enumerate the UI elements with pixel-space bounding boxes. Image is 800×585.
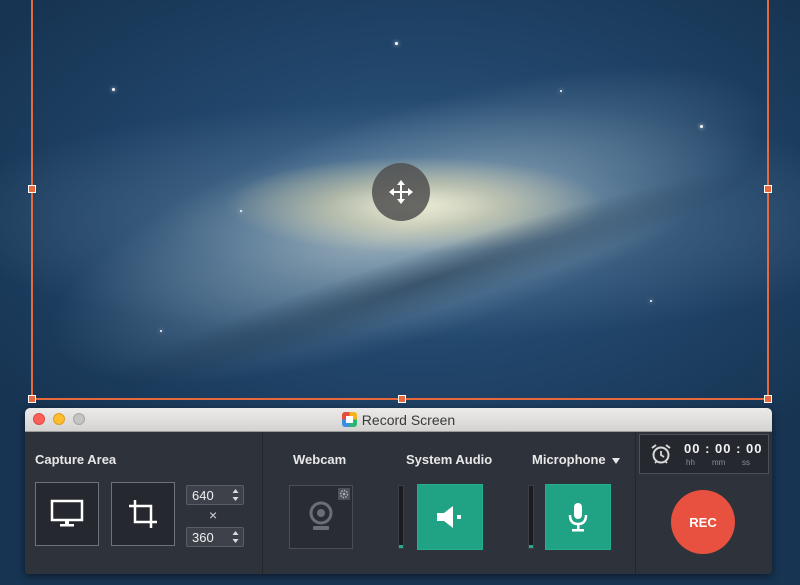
microphone-level-meter: [528, 485, 534, 549]
timer-unit-hours: hh: [686, 458, 695, 467]
stepper-arrows-icon[interactable]: [232, 530, 239, 544]
webcam-icon: [309, 501, 333, 530]
height-input[interactable]: 360: [186, 527, 244, 547]
stepper-arrows-icon[interactable]: [232, 488, 239, 502]
microphone-level-fill: [529, 544, 533, 548]
width-value: 640: [192, 487, 214, 503]
custom-area-button[interactable]: [111, 482, 175, 546]
webcam-label: Webcam: [293, 452, 347, 467]
system-audio-level-meter: [398, 485, 404, 549]
resize-handle-right[interactable]: [764, 185, 772, 193]
fullscreen-capture-button[interactable]: [35, 482, 99, 546]
speaker-icon: [437, 506, 461, 528]
system-audio-level-fill: [399, 544, 403, 548]
move-arrows-icon: [389, 180, 413, 204]
monitor-icon: [50, 499, 84, 527]
title-bar: Record Screen: [25, 408, 772, 432]
microphone-toggle-button[interactable]: [545, 484, 611, 550]
timer-value: 00 : 00 : 00: [684, 441, 763, 456]
app-logo-icon: [341, 412, 357, 427]
resize-handle-bottom[interactable]: [398, 395, 406, 403]
microphone-label: Microphone: [532, 452, 606, 467]
section-divider: [635, 432, 636, 574]
dropdown-arrow-icon: [611, 457, 620, 464]
rec-button[interactable]: REC: [671, 490, 735, 554]
resize-handle-bottom-right[interactable]: [764, 395, 772, 403]
record-screen-panel: Record Screen Capture Area 640 × 360 Web…: [25, 408, 772, 574]
crop-icon: [129, 500, 157, 528]
microphone-dropdown[interactable]: Microphone: [532, 452, 620, 467]
webcam-toggle-button[interactable]: [289, 485, 353, 549]
width-input[interactable]: 640: [186, 485, 244, 505]
dimension-separator: ×: [209, 507, 218, 523]
alarm-clock-icon: [651, 444, 671, 464]
timer-unit-seconds: ss: [742, 458, 750, 467]
resize-handle-bottom-left[interactable]: [28, 395, 36, 403]
move-capture-area-button[interactable]: [372, 163, 430, 221]
webcam-settings-gear-icon[interactable]: [338, 488, 350, 500]
resize-handle-left[interactable]: [28, 185, 36, 193]
capture-area-label: Capture Area: [35, 452, 117, 467]
recording-timer[interactable]: 00 : 00 : 00 hh mm ss: [639, 434, 769, 474]
system-audio-toggle-button[interactable]: [417, 484, 483, 550]
microphone-icon: [568, 503, 588, 532]
window-title: Record Screen: [361, 411, 456, 428]
section-divider: [262, 432, 263, 574]
timer-unit-minutes: mm: [712, 458, 726, 467]
height-value: 360: [192, 529, 214, 545]
system-audio-label: System Audio: [406, 452, 493, 467]
